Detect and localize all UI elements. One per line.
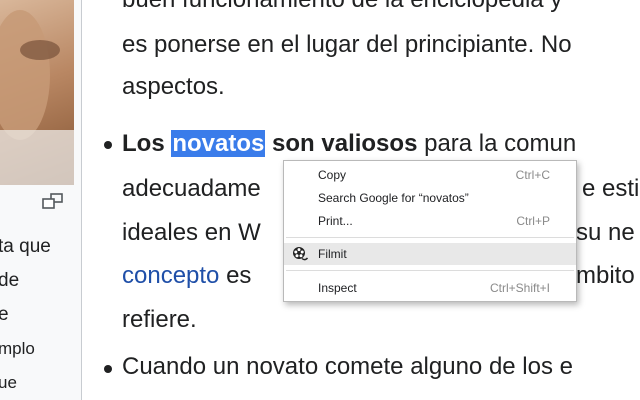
menu-item-inspect[interactable]: Inspect Ctrl+Shift+I [284,277,576,299]
article-line: es ponerse en el lugar del principiante.… [122,31,572,58]
concepto-link[interactable]: concepto [122,262,219,289]
context-menu: Copy Ctrl+C Search Google for “novatos” … [283,160,577,302]
menu-separator [286,237,574,238]
article-line: ideales en W [122,219,261,246]
infobox-caption: ta que de e mplo ue [0,230,78,400]
caption-line: e [0,304,9,325]
list-bullet [104,365,112,373]
infobox-panel: ta que de e mplo ue [0,0,82,400]
menu-item-label: Copy [318,168,347,182]
article-line: e estim [582,175,640,202]
article-line: buen funcionamiento de la enciclopedia y [122,0,562,14]
list-item: Los novatos son valiosos para la comun [122,130,576,158]
caption-line: mplo [0,339,35,358]
list-item: Cuando un novato comete alguno de los e [122,353,573,380]
menu-item-copy[interactable]: Copy Ctrl+C [284,164,576,186]
body-text: es [226,262,252,289]
caption-line: ue [0,373,17,392]
article-line: mbito d [576,262,640,289]
bold-text: Los [122,130,165,157]
article-line: aspectos. [122,73,225,100]
menu-item-print[interactable]: Print... Ctrl+P [284,210,576,232]
menu-item-label: Inspect [318,281,357,295]
menu-item-search-google[interactable]: Search Google for “novatos” [284,187,576,209]
article-line: refiere. [122,306,197,333]
body-text: para la comun [424,130,577,157]
menu-item-filmit[interactable]: Filmit [284,243,576,265]
caption-line: ta que [0,236,51,257]
menu-separator [286,270,574,271]
menu-item-shortcut: Ctrl+Shift+I [489,281,550,295]
list-bullet [104,141,112,149]
menu-item-label: Print... [318,214,353,228]
menu-item-label: Filmit [318,247,347,261]
caption-line: de [0,270,20,291]
bold-text: son valiosos [272,130,418,157]
enlarge-image-icon[interactable] [42,193,64,209]
filmit-film-reel-icon [293,247,308,261]
menu-item-shortcut: Ctrl+P [516,214,550,228]
portrait-image[interactable] [0,0,74,185]
article-line: su ne [576,219,635,246]
selected-text[interactable]: novatos [171,130,266,157]
menu-item-shortcut: Ctrl+C [515,168,550,182]
menu-item-label: Search Google for “novatos” [318,191,469,205]
article-line: adecuadame [122,175,261,202]
article-line: concepto es [122,262,251,290]
